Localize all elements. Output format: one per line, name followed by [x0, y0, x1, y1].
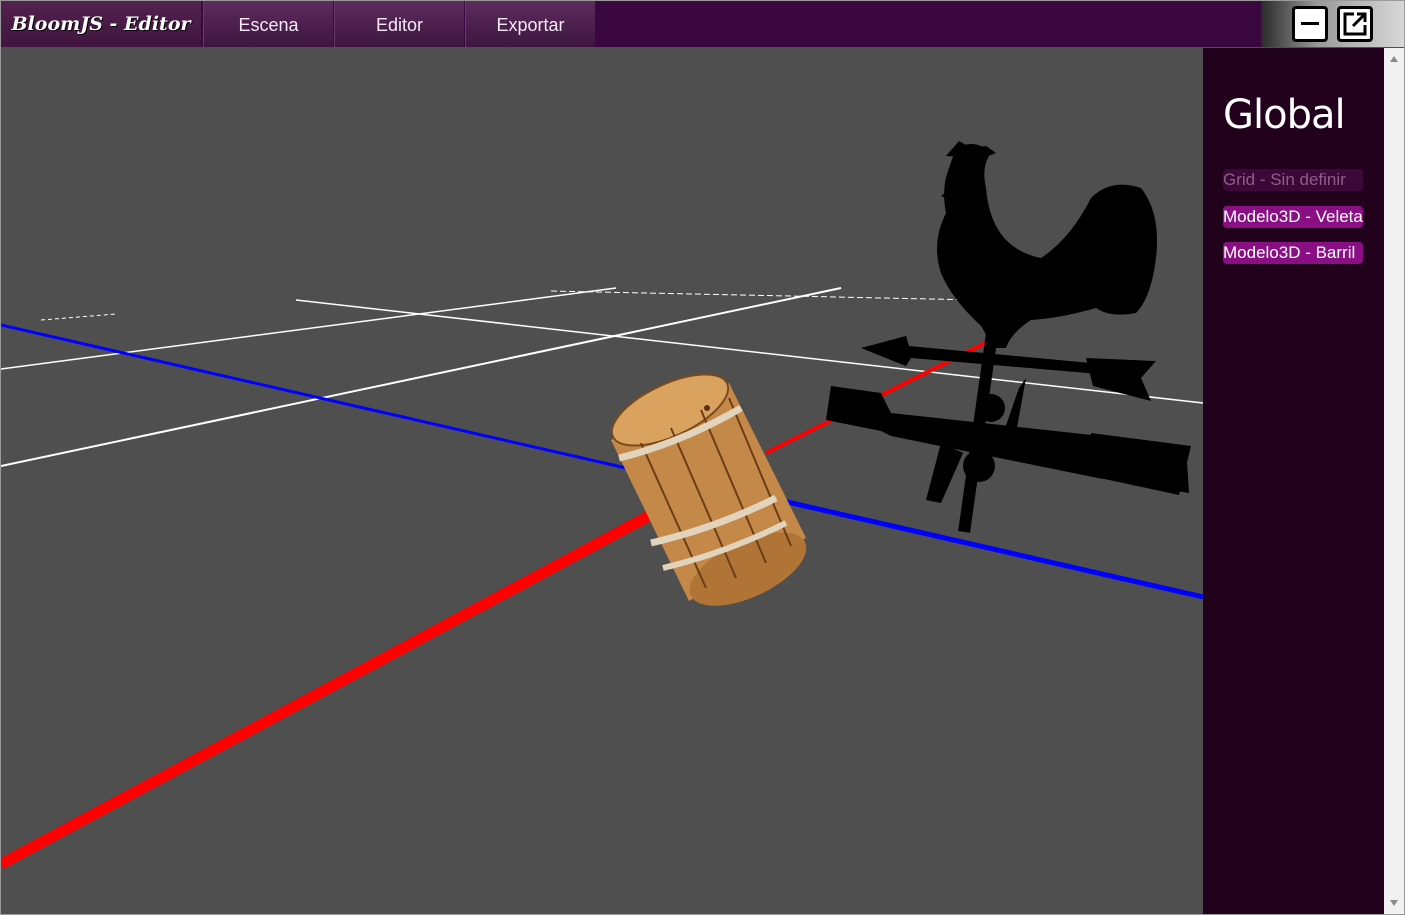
- popout-icon[interactable]: [1337, 6, 1373, 42]
- scene-item-grid[interactable]: Grid - Sin definir: [1223, 169, 1363, 191]
- scroll-up-icon[interactable]: [1390, 56, 1398, 62]
- panel-title: Global: [1223, 92, 1346, 138]
- scene-item-veleta[interactable]: Modelo3D - Veleta: [1223, 206, 1363, 228]
- vertical-scrollbar[interactable]: [1384, 48, 1404, 914]
- window-controls: [1261, 1, 1404, 47]
- editor-window: BloomJS - Editor Escena Editor Exportar: [0, 0, 1405, 915]
- weathervane-model[interactable]: [826, 141, 1191, 533]
- minimize-icon[interactable]: [1292, 6, 1328, 42]
- tab-editor[interactable]: Editor: [334, 1, 464, 47]
- axis-z-far: [760, 493, 1203, 600]
- tab-exportar[interactable]: Exportar: [465, 1, 595, 47]
- barrel-model[interactable]: [602, 360, 817, 621]
- scene-item-barril[interactable]: Modelo3D - Barril: [1223, 242, 1363, 264]
- 3d-viewport[interactable]: [1, 48, 1203, 914]
- scroll-down-icon[interactable]: [1390, 900, 1398, 906]
- menu-bar: BloomJS - Editor Escena Editor Exportar: [1, 1, 1404, 47]
- app-brand: BloomJS - Editor: [1, 1, 201, 47]
- tab-escena[interactable]: Escena: [203, 1, 333, 47]
- scene-canvas[interactable]: [1, 48, 1203, 914]
- scene-panel: Global Grid - Sin definir Modelo3D - Vel…: [1203, 48, 1384, 914]
- axis-x: [1, 499, 674, 869]
